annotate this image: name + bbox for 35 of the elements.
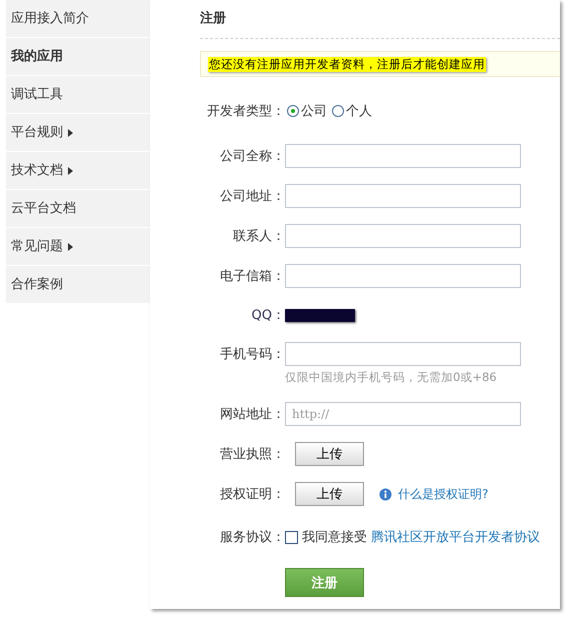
radio-button[interactable]: [287, 105, 299, 117]
field-label: 网站地址：: [219, 406, 285, 423]
field-label: 服务协议：: [219, 529, 285, 546]
page-title: 注册: [200, 10, 227, 28]
submenu-arrow-icon: [68, 128, 73, 136]
field-hint: 仅限中国境内手机号码，无需加0或+86: [285, 370, 498, 386]
input-field[interactable]: [285, 144, 521, 168]
submenu-arrow-icon: [68, 166, 73, 174]
redaction-bar: [285, 308, 355, 322]
radio-button[interactable]: [332, 105, 344, 117]
radio-label[interactable]: 公司: [301, 102, 327, 120]
field-label: 联系人：: [232, 228, 285, 245]
input-field[interactable]: [285, 342, 521, 366]
input-field[interactable]: [285, 264, 521, 288]
help-link[interactable]: 什么是授权证明?: [398, 486, 488, 502]
radio-label[interactable]: 个人: [346, 102, 372, 120]
checkbox[interactable]: [285, 530, 298, 544]
input-field[interactable]: http://: [285, 402, 521, 426]
submenu-arrow-icon: [68, 242, 73, 250]
field-label: 电子信箱：: [219, 268, 285, 285]
input-field[interactable]: [285, 224, 521, 248]
field-label: 营业执照：: [219, 446, 285, 463]
field-label: 公司全称：: [219, 148, 285, 165]
upload-button[interactable]: 上传: [295, 442, 364, 466]
field-label: 手机号码：: [219, 346, 285, 363]
upload-button[interactable]: 上传: [295, 482, 364, 506]
field-label: 授权证明：: [219, 486, 285, 503]
input-field[interactable]: [285, 184, 521, 208]
checkbox-label: 我同意接受: [302, 529, 367, 546]
field-label: 公司地址：: [219, 188, 285, 205]
notice-text: 您还没有注册应用开发者资料，注册后才能创建应用: [208, 56, 486, 72]
field-label: 开发者类型：: [206, 103, 285, 120]
agreement-link[interactable]: 腾讯社区开放平台开发者协议: [371, 528, 540, 546]
info-icon: [379, 488, 392, 500]
field-label: QQ：: [250, 307, 285, 324]
